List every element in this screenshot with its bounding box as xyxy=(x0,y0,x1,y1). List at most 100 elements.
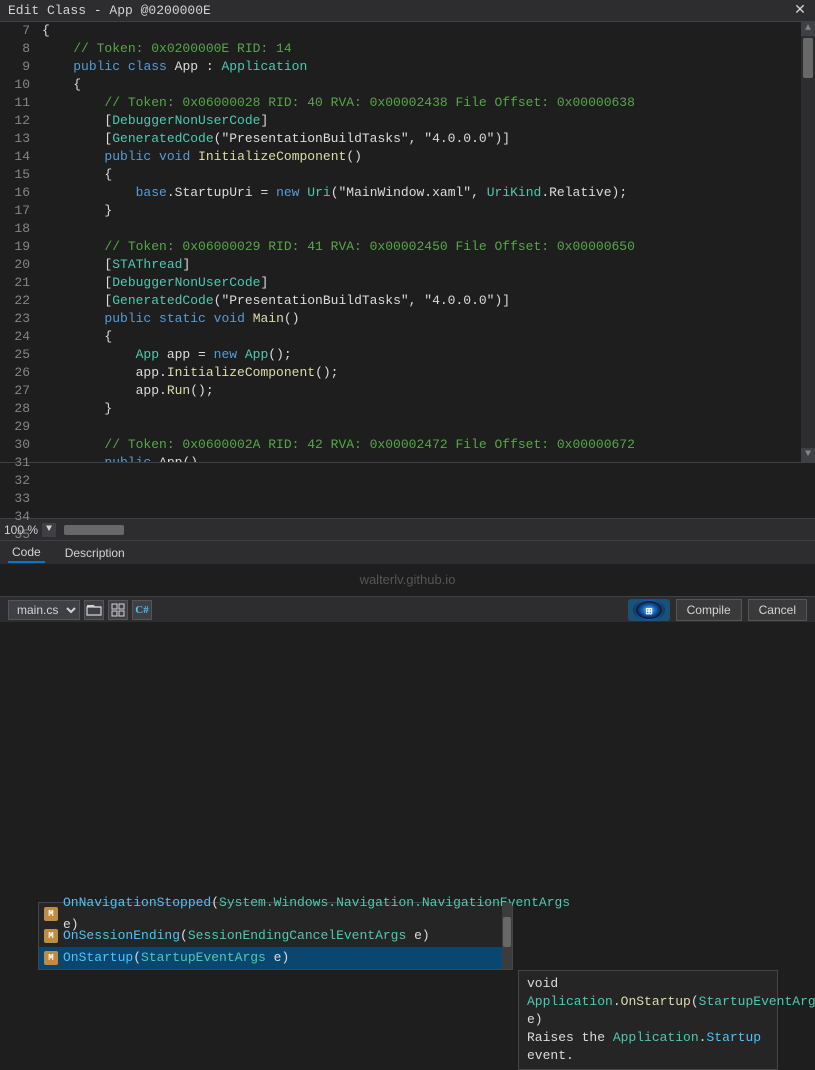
line-number: 19 xyxy=(0,238,30,256)
line-number: 30 xyxy=(0,436,30,454)
scroll-thumb[interactable] xyxy=(803,38,813,78)
code-line: [GeneratedCode("PresentationBuildTasks",… xyxy=(42,292,801,310)
code-line: app.InitializeComponent(); xyxy=(42,364,801,382)
scroll-down-button[interactable]: ▼ xyxy=(801,448,815,462)
tooltip-popup: void Application.OnStartup(StartupEventA… xyxy=(518,970,778,1070)
line-number: 26 xyxy=(0,364,30,382)
autocomplete-scroll-thumb[interactable] xyxy=(503,917,511,947)
csharp-icon: C# xyxy=(132,600,152,620)
line-number: 18 xyxy=(0,220,30,238)
editor-container: 7891011121314151617181920212223242526272… xyxy=(0,22,815,462)
autocomplete-item-text: OnStartup(StartupEventArgs e) xyxy=(63,947,289,969)
method-icon: M xyxy=(43,906,59,922)
autocomplete-item[interactable]: MOnStartup(StartupEventArgs e) xyxy=(39,947,512,969)
line-number: 14 xyxy=(0,148,30,166)
horizontal-scrollbar[interactable] xyxy=(60,523,807,537)
code-line: { xyxy=(42,328,801,346)
bottom-input-area xyxy=(0,462,815,518)
status-right: ⊞ Compile Cancel xyxy=(628,599,807,621)
code-line: { xyxy=(42,22,801,40)
line-number: 31 xyxy=(0,454,30,472)
status-left: main.cs C# xyxy=(8,600,152,620)
cancel-button[interactable]: Cancel xyxy=(748,599,807,621)
window-title: Edit Class - App @0200000E xyxy=(8,3,211,18)
line-number: 15 xyxy=(0,166,30,184)
status-bar: main.cs C# xyxy=(0,596,815,622)
line-number: 10 xyxy=(0,76,30,94)
code-line: app.Run(); xyxy=(42,382,801,400)
line-number: 8 xyxy=(0,40,30,58)
close-button[interactable]: ✕ xyxy=(793,4,807,18)
compile-button[interactable]: Compile xyxy=(676,599,742,621)
code-line: [DebuggerNonUserCode] xyxy=(42,112,801,130)
line-number: 12 xyxy=(0,112,30,130)
code-line: [STAThread] xyxy=(42,256,801,274)
method-icon: M xyxy=(43,950,59,966)
line-number: 7 xyxy=(0,22,30,40)
line-number: 16 xyxy=(0,184,30,202)
code-line: [GeneratedCode("PresentationBuildTasks",… xyxy=(42,130,801,148)
line-number: 34 xyxy=(0,508,30,526)
code-line: public static void Main() xyxy=(42,310,801,328)
line-number: 28 xyxy=(0,400,30,418)
line-number: 9 xyxy=(0,58,30,76)
code-line: public void InitializeComponent() xyxy=(42,148,801,166)
svg-text:⊞: ⊞ xyxy=(645,606,653,616)
code-line: // Token: 0x06000028 RID: 40 RVA: 0x0000… xyxy=(42,94,801,112)
watermark: walterlv.github.io xyxy=(0,564,815,596)
open-file-button[interactable] xyxy=(84,600,104,620)
vertical-scrollbar[interactable]: ▲ ▼ xyxy=(801,22,815,462)
code-line: // Token: 0x0200000E RID: 14 xyxy=(42,40,801,58)
zoom-bar: 100 % ▼ xyxy=(0,518,815,540)
code-line: // Token: 0x0600002A RID: 42 RVA: 0x0000… xyxy=(42,436,801,454)
code-line: { xyxy=(42,76,801,94)
code-line xyxy=(42,220,801,238)
autocomplete-scrollbar[interactable] xyxy=(502,903,512,969)
line-number: 29 xyxy=(0,418,30,436)
line-number: 24 xyxy=(0,328,30,346)
line-number: 21 xyxy=(0,274,30,292)
code-line: // Token: 0x06000029 RID: 41 RVA: 0x0000… xyxy=(42,238,801,256)
line-number: 22 xyxy=(0,292,30,310)
code-area[interactable]: { // Token: 0x0200000E RID: 14 public cl… xyxy=(38,22,801,462)
code-line: base.StartupUri = new Uri("MainWindow.xa… xyxy=(42,184,801,202)
line-number: 13 xyxy=(0,130,30,148)
method-icon: M xyxy=(43,928,59,944)
tooltip-line2: Raises the Application.Startup event. xyxy=(527,1029,769,1065)
win7-circle: ⊞ xyxy=(633,599,665,621)
search-input[interactable] xyxy=(8,467,807,489)
code-line xyxy=(42,418,801,436)
horiz-scroll-thumb[interactable] xyxy=(64,525,124,535)
tab-description[interactable]: Description xyxy=(61,544,129,562)
autocomplete-item-text: OnSessionEnding(SessionEndingCancelEvent… xyxy=(63,925,430,947)
autocomplete-list[interactable]: MOnNavigationStopped(System.Windows.Navi… xyxy=(38,902,513,970)
code-line: public class App : Application xyxy=(42,58,801,76)
code-line: } xyxy=(42,202,801,220)
code-line: public App() xyxy=(42,454,801,462)
autocomplete-item[interactable]: MOnSessionEnding(SessionEndingCancelEven… xyxy=(39,925,512,947)
line-number: 27 xyxy=(0,382,30,400)
code-line: [DebuggerNonUserCode] xyxy=(42,274,801,292)
line-number: 35 xyxy=(0,526,30,544)
autocomplete-item[interactable]: MOnNavigationStopped(System.Windows.Navi… xyxy=(39,903,512,925)
code-line: App app = new App(); xyxy=(42,346,801,364)
line-number: 33 xyxy=(0,490,30,508)
code-line: { xyxy=(42,166,801,184)
line-number: 23 xyxy=(0,310,30,328)
tooltip-line1: void Application.OnStartup(StartupEventA… xyxy=(527,975,769,1029)
line-number: 20 xyxy=(0,256,30,274)
windows-logo: ⊞ xyxy=(628,599,670,621)
line-number: 32 xyxy=(0,472,30,490)
code-line: } xyxy=(42,400,801,418)
file-dropdown[interactable]: main.cs xyxy=(8,600,80,620)
tab-bar: Code Description xyxy=(0,540,815,564)
zoom-dropdown-button[interactable]: ▼ xyxy=(42,523,56,537)
line-number: 11 xyxy=(0,94,30,112)
grid-view-button[interactable] xyxy=(108,600,128,620)
line-numbers: 7891011121314151617181920212223242526272… xyxy=(0,22,38,462)
tab-code[interactable]: Code xyxy=(8,543,45,563)
scroll-up-button[interactable]: ▲ xyxy=(801,22,815,36)
line-number: 17 xyxy=(0,202,30,220)
line-number: 25 xyxy=(0,346,30,364)
title-bar: Edit Class - App @0200000E ✕ xyxy=(0,0,815,22)
